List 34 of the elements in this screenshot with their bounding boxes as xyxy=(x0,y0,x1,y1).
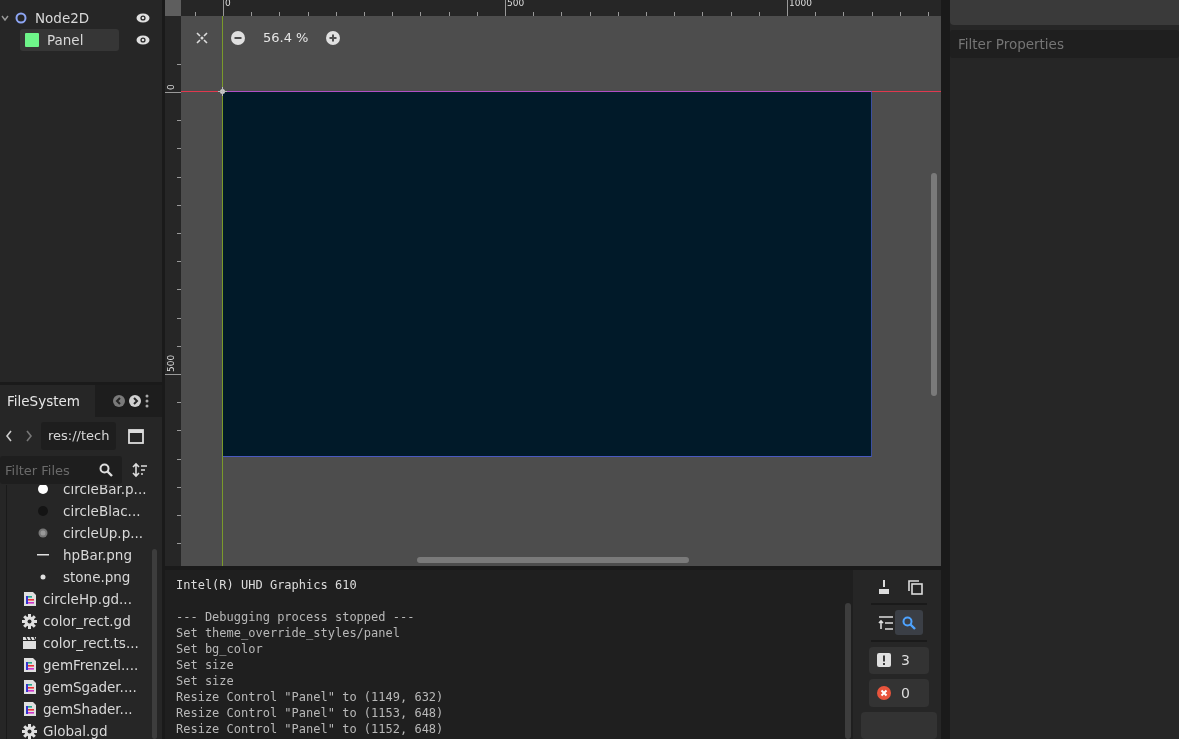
tree-item[interactable]: Panel xyxy=(20,29,119,51)
file-item[interactable]: gemFrenzel.... xyxy=(7,654,162,676)
log-line: Resize Control "Panel" to (1149, 632) xyxy=(176,689,445,705)
log-line: --- Debugging process stopped --- xyxy=(176,609,416,625)
log-line: Intel(R) UHD Graphics 610 xyxy=(176,577,358,593)
path-field[interactable]: res://tech xyxy=(41,422,117,450)
file-item[interactable]: circleUp.p... xyxy=(7,522,162,544)
file-item[interactable]: gemSgader.... xyxy=(7,676,162,698)
tree-item[interactable]: Node2D xyxy=(14,7,113,29)
file-item[interactable]: Global.gd xyxy=(7,720,162,739)
log-line: Resize Control "Panel" to (1153, 648) xyxy=(176,705,445,721)
error-filter-button[interactable]: 0 xyxy=(869,679,929,707)
ruler-label: 1000 xyxy=(789,0,812,8)
log-line: Set size xyxy=(176,657,235,673)
log-line: Set theme_override_styles/panel xyxy=(176,625,401,641)
file-item[interactable]: circleHp.gd... xyxy=(7,588,162,610)
ruler-label: 0 xyxy=(166,84,176,90)
log-line: Set bg_color xyxy=(176,641,264,657)
ruler-label: 500 xyxy=(166,354,176,372)
file-item[interactable]: stone.png xyxy=(7,566,162,588)
ruler-label: 500 xyxy=(507,0,525,8)
file-item[interactable]: circleBlac... xyxy=(7,500,162,522)
file-item[interactable]: color_rect.ts... xyxy=(7,632,162,654)
file-item[interactable]: color_rect.gd xyxy=(7,610,162,632)
file-item[interactable]: hpBar.png xyxy=(7,544,162,566)
log-line: Resize Control "Panel" to (1152, 648) xyxy=(176,721,445,737)
zoom-level[interactable]: 56.4 % xyxy=(263,30,309,45)
filter-properties-field[interactable]: Filter Properties xyxy=(950,30,1179,58)
filesystem-tab[interactable]: FileSystem xyxy=(0,385,95,417)
log-line: Set size xyxy=(176,673,235,689)
file-item[interactable]: gemShader... xyxy=(7,698,162,720)
ruler-label: 0 xyxy=(225,0,231,8)
warning-filter-button[interactable]: 3 xyxy=(869,646,929,675)
filter-files-field[interactable]: Filter Files xyxy=(0,456,122,484)
